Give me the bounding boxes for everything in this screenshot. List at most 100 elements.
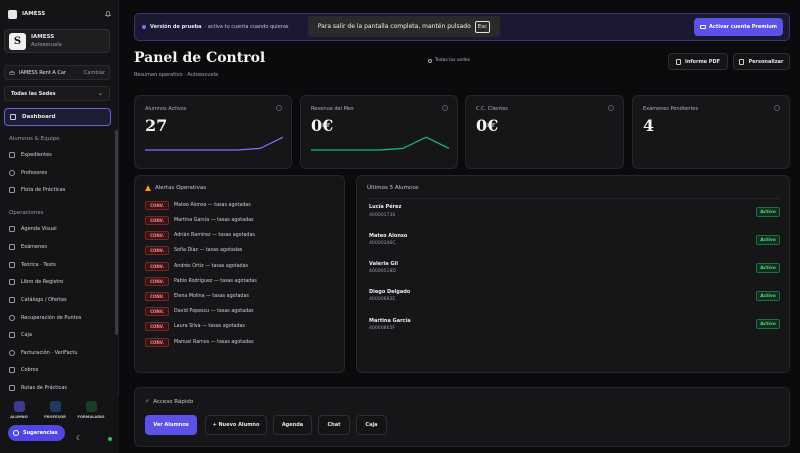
alert-text: Mateo Alonso — tasas agotadas — [174, 203, 251, 208]
alert-item[interactable]: CONV. Manuel Ramos — tasas agotadas — [145, 338, 254, 347]
cash-icon — [9, 332, 15, 338]
folder-icon — [9, 152, 15, 158]
page-title: Panel de Control — [134, 50, 266, 66]
kpi-card-revenue: Revenue del Mes 0€ — [300, 95, 458, 169]
sidebar-item-flota[interactable]: Flota de Prácticas — [9, 187, 65, 193]
org-logo-icon: S — [9, 32, 26, 50]
agenda-button[interactable]: Agenda — [273, 415, 312, 435]
new-student-button[interactable]: + Nuevo Alumno — [205, 415, 267, 435]
bell-icon[interactable] — [104, 10, 112, 18]
sidebar-item-dashboard[interactable]: Dashboard — [4, 108, 111, 126]
sidebar-item-expedientes[interactable]: Expedientes — [9, 152, 52, 158]
button-label: Caja — [365, 422, 378, 428]
student-name[interactable]: Mateo Alonso — [369, 233, 407, 239]
suggestions-button[interactable]: Sugerencias — [8, 425, 65, 441]
student-name[interactable]: Diego Delgado — [369, 289, 410, 295]
alert-text: David Popescu — tasas agotadas — [174, 309, 254, 314]
users-icon — [276, 105, 282, 111]
button-label: Chat — [327, 422, 341, 428]
section-title-alumnos: Alumnos & Equipo — [9, 136, 60, 142]
sidebar-item-label: Profesores — [21, 170, 48, 176]
alert-item[interactable]: CONV. Elena Molina — tasas agotadas — [145, 292, 249, 301]
sidebar-item-teorica[interactable]: Teórica · Tests — [9, 262, 56, 268]
sidebar-item-caja[interactable]: Caja — [9, 332, 32, 338]
button-label: Agenda — [281, 422, 304, 428]
alert-item[interactable]: CONV. Martina García — tasas agotadas — [145, 216, 254, 225]
pdf-report-button[interactable]: Informe PDF — [668, 53, 728, 70]
section-title-operaciones: Operaciones — [9, 210, 44, 216]
location-icon — [428, 58, 432, 63]
online-status-indicator — [108, 437, 112, 441]
form-icon — [85, 401, 97, 412]
sidebar-item-catalogo[interactable]: Catálogo / Ofertas — [9, 297, 67, 303]
sidebar-item-label: Libro de Registro — [21, 279, 64, 285]
sidebar-item-libro[interactable]: Libro de Registro — [9, 279, 63, 285]
org-subtitle: Autoescuela — [31, 42, 62, 48]
sidebar-item-examenes[interactable]: Exámenes — [9, 244, 47, 250]
org-switcher[interactable]: S IAMESS Autoescuela — [4, 29, 110, 53]
conv-badge: CONV. — [145, 231, 169, 240]
student-name[interactable]: Martina García — [369, 318, 411, 324]
sidebar-item-recuperacion[interactable]: Recuperación de Puntos — [9, 315, 81, 321]
alert-item[interactable]: CONV. Adrián Ramírez — tasas agotadas — [145, 231, 255, 240]
role-formulario[interactable]: FORMULARIO — [77, 401, 105, 419]
student-name[interactable]: Lucía Pérez — [369, 204, 401, 210]
sidebar-item-label: Dashboard — [22, 114, 56, 120]
status-badge: Activo — [756, 207, 780, 217]
fullscreen-toast: Para salir de la pantalla completa, mant… — [308, 16, 500, 37]
sidebar: IAMESS S IAMESS Autoescuela IAMESS Rent … — [0, 0, 119, 453]
alert-item[interactable]: CONV. Andrés Ortiz — tasas agotadas — [145, 262, 248, 271]
kpi-label: Alumnos Activos — [145, 106, 187, 112]
sidebar-item-profesores[interactable]: Profesores — [9, 170, 47, 176]
user-icon — [9, 170, 15, 176]
alerts-panel: Alertas Operativas CONV. Mateo Alonso — t… — [134, 175, 345, 373]
kpi-value: 4 — [643, 116, 655, 135]
refresh-icon — [9, 315, 15, 321]
sidebar-scrollbar[interactable] — [115, 130, 118, 335]
alert-text: Adrián Ramírez — tasas agotadas — [174, 233, 255, 238]
activate-premium-button[interactable]: Activar cuenta Premium — [694, 18, 783, 36]
sidebar-item-cobros[interactable]: Cobros — [9, 367, 38, 373]
clock-icon — [774, 105, 780, 111]
role-profesor[interactable]: PROFESOR — [41, 401, 69, 419]
car-icon — [9, 70, 15, 75]
chat-button[interactable]: Chat — [318, 415, 350, 435]
chevron-down-icon: ⌄ — [97, 90, 103, 97]
sidebar-item-label: Rutas de Prácticas — [21, 385, 68, 391]
conv-badge: CONV. — [145, 201, 169, 210]
alert-item[interactable]: CONV. Sofía Díaz — tasas agotadas — [145, 246, 242, 255]
sidebar-item-label: Caja — [21, 332, 33, 338]
sedes-select[interactable]: Todas las Sedes ⌄ — [4, 86, 110, 101]
teacher-icon — [49, 401, 61, 412]
change-link[interactable]: Cambiar — [84, 70, 105, 76]
role-alumno[interactable]: ALUMNO — [5, 401, 33, 419]
moon-icon[interactable]: ☾ — [76, 434, 82, 442]
view-students-button[interactable]: Ver Alumnos — [145, 415, 197, 435]
alert-item[interactable]: CONV. David Popescu — tasas agotadas — [145, 307, 254, 316]
role-label: ALUMNO — [10, 415, 28, 419]
alert-item[interactable]: CONV. Pablo Rodríguez — tasas agotadas — [145, 277, 257, 286]
kpi-label: Revenue del Mes — [311, 106, 354, 112]
role-label: FORMULARIO — [77, 415, 105, 419]
sidebar-item-label: Catálogo / Ofertas — [21, 297, 67, 303]
book-icon — [9, 262, 15, 268]
latest-students-panel: Últimos 5 Alumnos Lucía Pérez 40000173S … — [356, 175, 790, 373]
sidebar-item-agenda[interactable]: Agenda Visual — [9, 226, 57, 232]
student-name[interactable]: Valeria Gil — [369, 261, 398, 267]
esc-key: Esc — [474, 20, 491, 33]
kpi-sparkline — [311, 136, 449, 151]
sidebar-item-rutas[interactable]: Rutas de Prácticas — [9, 385, 67, 391]
customize-button[interactable]: Personalizar — [733, 53, 790, 70]
alert-item[interactable]: CONV. Laura Silva — tasas agotadas — [145, 322, 245, 331]
sidebar-item-facturacion[interactable]: Facturación · VeriFactu — [9, 350, 78, 356]
caja-button[interactable]: Caja — [356, 415, 387, 435]
kpi-card-cc-clientes: C.C. Clientes 0€ — [465, 95, 624, 169]
trial-dot-icon — [142, 25, 146, 29]
trial-label: Versión de prueba — [150, 24, 202, 30]
chat-bubble-icon — [13, 430, 19, 436]
dashboard-icon — [10, 114, 16, 120]
alert-item[interactable]: CONV. Mateo Alonso — tasas agotadas — [145, 201, 251, 210]
rent-a-car-switch[interactable]: IAMESS Rent A Car Cambiar — [4, 65, 110, 80]
conv-badge: CONV. — [145, 292, 169, 301]
sliders-icon — [739, 58, 745, 65]
